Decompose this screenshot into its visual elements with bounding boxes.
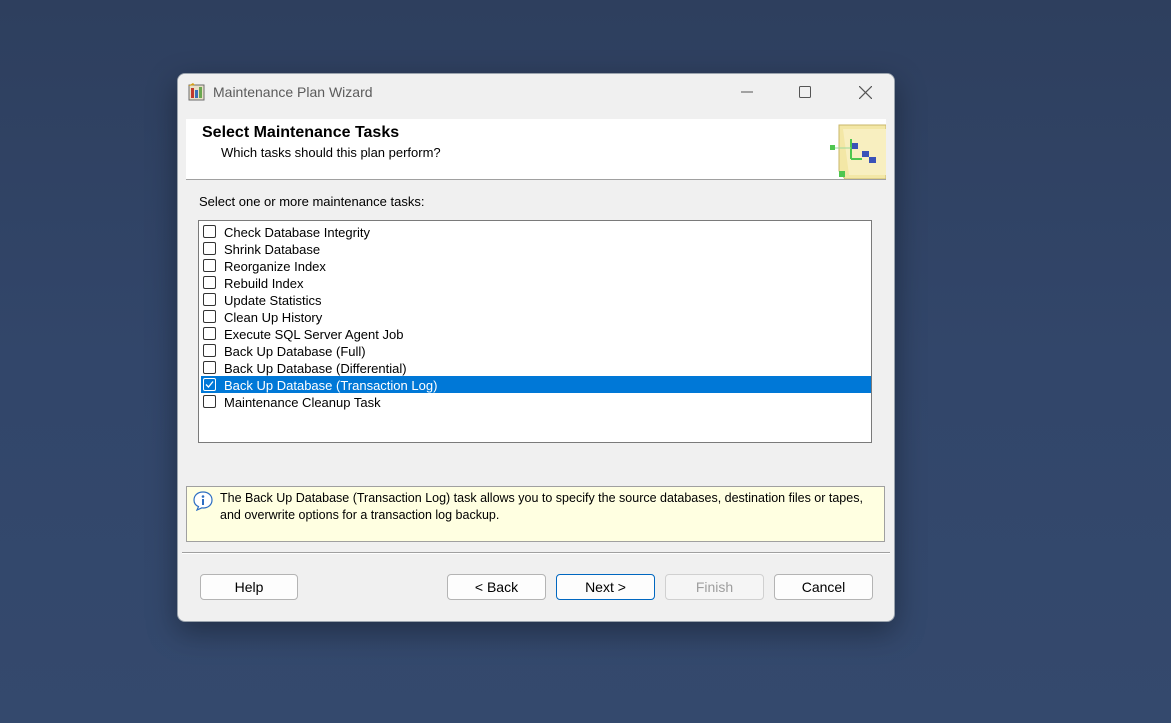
page-title: Select Maintenance Tasks	[202, 124, 400, 141]
finish-button: Finish	[665, 574, 764, 600]
maintenance-task-list[interactable]: Check Database Integrity Shrink Database R…	[198, 220, 872, 443]
task-list-prompt: Select one or more maintenance tasks:	[199, 194, 425, 209]
task-checkbox[interactable]	[203, 242, 216, 255]
wizard-header: Select Maintenance Tasks Which tasks sho…	[186, 119, 886, 180]
page-subtitle: Which tasks should this plan perform?	[221, 145, 441, 160]
task-item[interactable]: Back Up Database (Differential)	[201, 359, 871, 376]
task-item[interactable]: Maintenance Cleanup Task	[201, 393, 871, 410]
task-checkbox[interactable]	[203, 225, 216, 238]
maximize-button[interactable]	[776, 74, 834, 110]
task-label: Back Up Database (Differential)	[224, 361, 407, 376]
task-label: Back Up Database (Full)	[224, 344, 366, 359]
next-button[interactable]: Next >	[556, 574, 655, 600]
cancel-button[interactable]: Cancel	[774, 574, 873, 600]
task-checkbox[interactable]	[203, 327, 216, 340]
task-checkbox[interactable]	[203, 276, 216, 289]
task-checkbox[interactable]	[203, 361, 216, 374]
back-button[interactable]: < Back	[447, 574, 546, 600]
task-checkbox-checked[interactable]	[203, 378, 216, 391]
maintenance-plan-wizard-window: Maintenance Plan Wizard Select Maintenan…	[177, 73, 895, 622]
task-checkbox[interactable]	[203, 293, 216, 306]
wizard-header-graphic	[830, 124, 886, 179]
task-checkbox[interactable]	[203, 310, 216, 323]
task-label: Clean Up History	[224, 310, 323, 325]
task-item[interactable]: Reorganize Index	[201, 257, 871, 274]
close-icon	[858, 85, 872, 99]
task-item[interactable]: Back Up Database (Full)	[201, 342, 871, 359]
task-item[interactable]: Back Up Database (Transaction Log)	[201, 376, 871, 393]
task-label: Back Up Database (Transaction Log)	[224, 378, 438, 393]
info-icon	[193, 491, 213, 511]
task-label: Maintenance Cleanup Task	[224, 395, 381, 410]
task-description-panel: The Back Up Database (Transaction Log) t…	[186, 486, 885, 542]
title-bar[interactable]: Maintenance Plan Wizard	[178, 74, 894, 110]
task-item[interactable]: Shrink Database	[201, 240, 871, 257]
task-checkbox[interactable]	[203, 395, 216, 408]
maximize-icon	[799, 86, 811, 98]
task-checkbox[interactable]	[203, 344, 216, 357]
wizard-app-icon	[188, 83, 205, 101]
minimize-button[interactable]	[718, 74, 776, 110]
task-description-text: The Back Up Database (Transaction Log) t…	[220, 491, 863, 522]
button-separator	[182, 552, 890, 554]
help-button[interactable]: Help	[200, 574, 298, 600]
task-item[interactable]: Execute SQL Server Agent Job	[201, 325, 871, 342]
task-item[interactable]: Rebuild Index	[201, 274, 871, 291]
task-item[interactable]: Clean Up History	[201, 308, 871, 325]
task-label: Update Statistics	[224, 293, 322, 308]
task-label: Check Database Integrity	[224, 225, 370, 240]
task-item[interactable]: Update Statistics	[201, 291, 871, 308]
window-title: Maintenance Plan Wizard	[213, 84, 373, 100]
checkmark-icon	[205, 381, 214, 388]
task-checkbox[interactable]	[203, 259, 216, 272]
task-label: Rebuild Index	[224, 276, 304, 291]
task-label: Shrink Database	[224, 242, 321, 257]
task-label: Reorganize Index	[224, 259, 326, 274]
minimize-icon	[741, 91, 753, 93]
task-item[interactable]: Check Database Integrity	[201, 223, 871, 240]
close-button[interactable]	[836, 74, 894, 110]
task-label: Execute SQL Server Agent Job	[224, 327, 404, 342]
